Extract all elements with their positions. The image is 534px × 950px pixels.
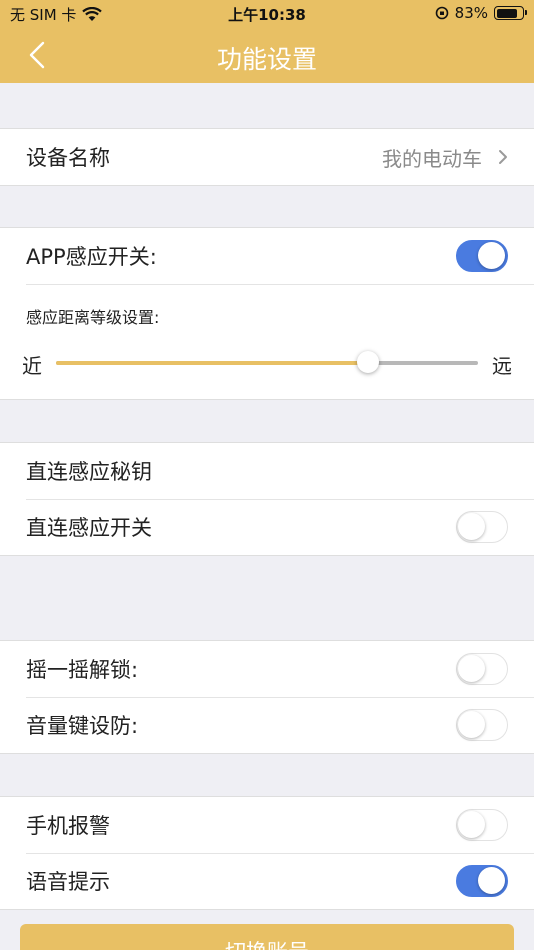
battery-fill xyxy=(496,8,518,18)
phone-alarm-toggle[interactable] xyxy=(456,809,508,841)
volume-key-toggle[interactable] xyxy=(456,709,508,741)
slider-near-label: 近 xyxy=(22,354,42,378)
direct-key-label: 直连感应秘钥 xyxy=(26,460,152,484)
volume-key-row: 音量键设防: xyxy=(0,697,534,753)
toggle-knob xyxy=(478,242,505,269)
slider-thumb[interactable] xyxy=(357,351,380,373)
nav-bar: 功能设置 xyxy=(0,28,534,83)
switch-account-button[interactable]: 切换账号 xyxy=(20,924,514,950)
slider-fill xyxy=(56,361,369,365)
direct-key-row[interactable]: 直连感应秘钥 xyxy=(0,443,534,499)
toggle-knob xyxy=(458,811,485,838)
row-divider xyxy=(26,284,534,285)
battery-icon xyxy=(494,6,527,20)
voice-prompt-row: 语音提示 xyxy=(0,853,534,909)
toggle-knob xyxy=(458,513,485,540)
status-right: 83% xyxy=(435,4,527,22)
shake-label: 摇一摇解锁: xyxy=(26,658,139,682)
app-sensing-toggle[interactable] xyxy=(456,240,508,272)
direct-switch-label: 直连感应开关 xyxy=(26,516,152,540)
device-name-value: 我的电动车 xyxy=(382,146,482,171)
distance-slider-row: 近 远 xyxy=(0,344,534,384)
phone-alarm-label: 手机报警 xyxy=(26,814,110,838)
shake-toggle[interactable] xyxy=(456,653,508,685)
direct-section: 直连感应秘钥 直连感应开关 xyxy=(0,442,534,556)
app-sensing-section: APP感应开关: 感应距离等级设置: 近 远 xyxy=(0,227,534,400)
voice-prompt-label: 语音提示 xyxy=(26,870,110,894)
device-name-label: 设备名称 xyxy=(26,146,110,170)
device-section: 设备名称 我的电动车 xyxy=(0,128,534,186)
page-title: 功能设置 xyxy=(216,45,317,74)
chevron-right-icon xyxy=(499,150,507,164)
orientation-lock-icon xyxy=(435,6,448,20)
toggle-knob xyxy=(458,711,485,738)
direct-switch-row: 直连感应开关 xyxy=(0,499,534,555)
toggle-knob xyxy=(478,867,505,894)
voice-prompt-toggle[interactable] xyxy=(456,865,508,897)
app-sensing-label: APP感应开关: xyxy=(26,245,157,269)
phone-alarm-row: 手机报警 xyxy=(0,797,534,853)
volume-key-label: 音量键设防: xyxy=(26,714,139,738)
status-bar: 无 SIM 卡 上午10:38 83% xyxy=(0,0,534,28)
distance-level-label: 感应距离等级设置: xyxy=(26,308,160,327)
distance-slider[interactable] xyxy=(56,351,478,373)
shake-row: 摇一摇解锁: xyxy=(0,641,534,697)
battery-percent: 83% xyxy=(454,4,488,22)
alert-section: 手机报警 语音提示 xyxy=(0,796,534,910)
slider-far-label: 远 xyxy=(492,354,512,378)
app-sensing-row: APP感应开关: xyxy=(0,228,534,284)
toggle-knob xyxy=(458,655,485,682)
device-name-row[interactable]: 设备名称 我的电动车 xyxy=(0,129,534,185)
direct-switch-toggle[interactable] xyxy=(456,511,508,543)
unlock-section: 摇一摇解锁: 音量键设防: xyxy=(0,640,534,754)
